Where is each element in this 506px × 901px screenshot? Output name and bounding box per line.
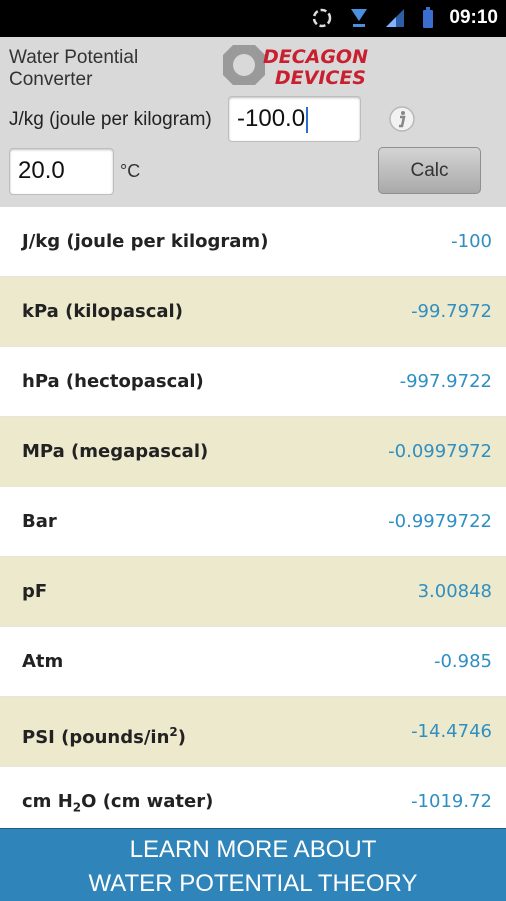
result-name: Atm <box>22 651 64 672</box>
result-row-cm-water: cm H2O (cm water) -1019.72 <box>0 767 506 837</box>
result-row-psi: PSI (pounds/in2) -14.4746 <box>0 697 506 767</box>
status-bar: 09:10 <box>0 0 506 37</box>
result-value: -1019.72 <box>411 791 492 812</box>
result-name: hPa (hectopascal) <box>22 371 204 392</box>
learn-more-banner[interactable]: LEARN MORE ABOUT WATER POTENTIAL THEORY <box>0 828 506 901</box>
result-value: 3.00848 <box>417 581 492 602</box>
value-input[interactable]: -100.0 <box>228 96 361 142</box>
result-name: pF <box>22 581 48 602</box>
result-row-mpa: MPa (megapascal) -0.0997972 <box>0 417 506 487</box>
result-value: -0.985 <box>433 651 492 672</box>
unit-selector[interactable]: J/kg (joule per kilogram) <box>9 109 212 131</box>
logo-text-line2: DEVICES <box>275 67 366 87</box>
converter-header: Water Potential Converter DECAGON DEVICE… <box>0 37 506 207</box>
result-value: -100 <box>451 231 492 252</box>
result-row-atm: Atm -0.985 <box>0 627 506 697</box>
result-value: -0.0997972 <box>388 441 492 462</box>
results-list: J/kg (joule per kilogram) -100 kPa (kilo… <box>0 207 506 837</box>
result-row-hpa: hPa (hectopascal) -997.9722 <box>0 347 506 417</box>
app-title: Water Potential Converter <box>9 47 139 90</box>
banner-line1: LEARN MORE ABOUT <box>129 836 377 863</box>
signal-icon <box>386 9 404 27</box>
result-value: -997.9722 <box>399 371 492 392</box>
result-name: kPa (kilopascal) <box>22 301 183 322</box>
download-icon <box>351 9 367 27</box>
result-value: -14.4746 <box>411 721 492 742</box>
decagon-devices-logo: DECAGON DEVICES <box>223 45 368 87</box>
logo-text-line1: DECAGON <box>263 46 368 68</box>
sync-icon <box>312 8 332 28</box>
result-row-kpa: kPa (kilopascal) -99.7972 <box>0 277 506 347</box>
temperature-unit: °C <box>120 161 141 181</box>
result-name: J/kg (joule per kilogram) <box>22 231 269 252</box>
banner-line2: WATER POTENTIAL THEORY <box>88 870 418 897</box>
temperature-input[interactable]: 20.0 <box>9 148 114 195</box>
result-name: MPa (megapascal) <box>22 441 209 462</box>
result-value: -0.9979722 <box>388 511 492 532</box>
result-row-bar: Bar -0.9979722 <box>0 487 506 557</box>
result-name: Bar <box>22 511 57 532</box>
result-row-jkg: J/kg (joule per kilogram) -100 <box>0 207 506 277</box>
calc-button[interactable]: Calc <box>378 147 481 194</box>
text-cursor <box>306 106 309 133</box>
status-time: 09:10 <box>449 7 498 28</box>
battery-icon <box>423 7 433 28</box>
result-row-pf: pF 3.00848 <box>0 557 506 627</box>
result-value: -99.7972 <box>411 301 492 322</box>
result-name: PSI (pounds/in2) <box>22 725 186 748</box>
info-icon[interactable] <box>388 105 416 133</box>
